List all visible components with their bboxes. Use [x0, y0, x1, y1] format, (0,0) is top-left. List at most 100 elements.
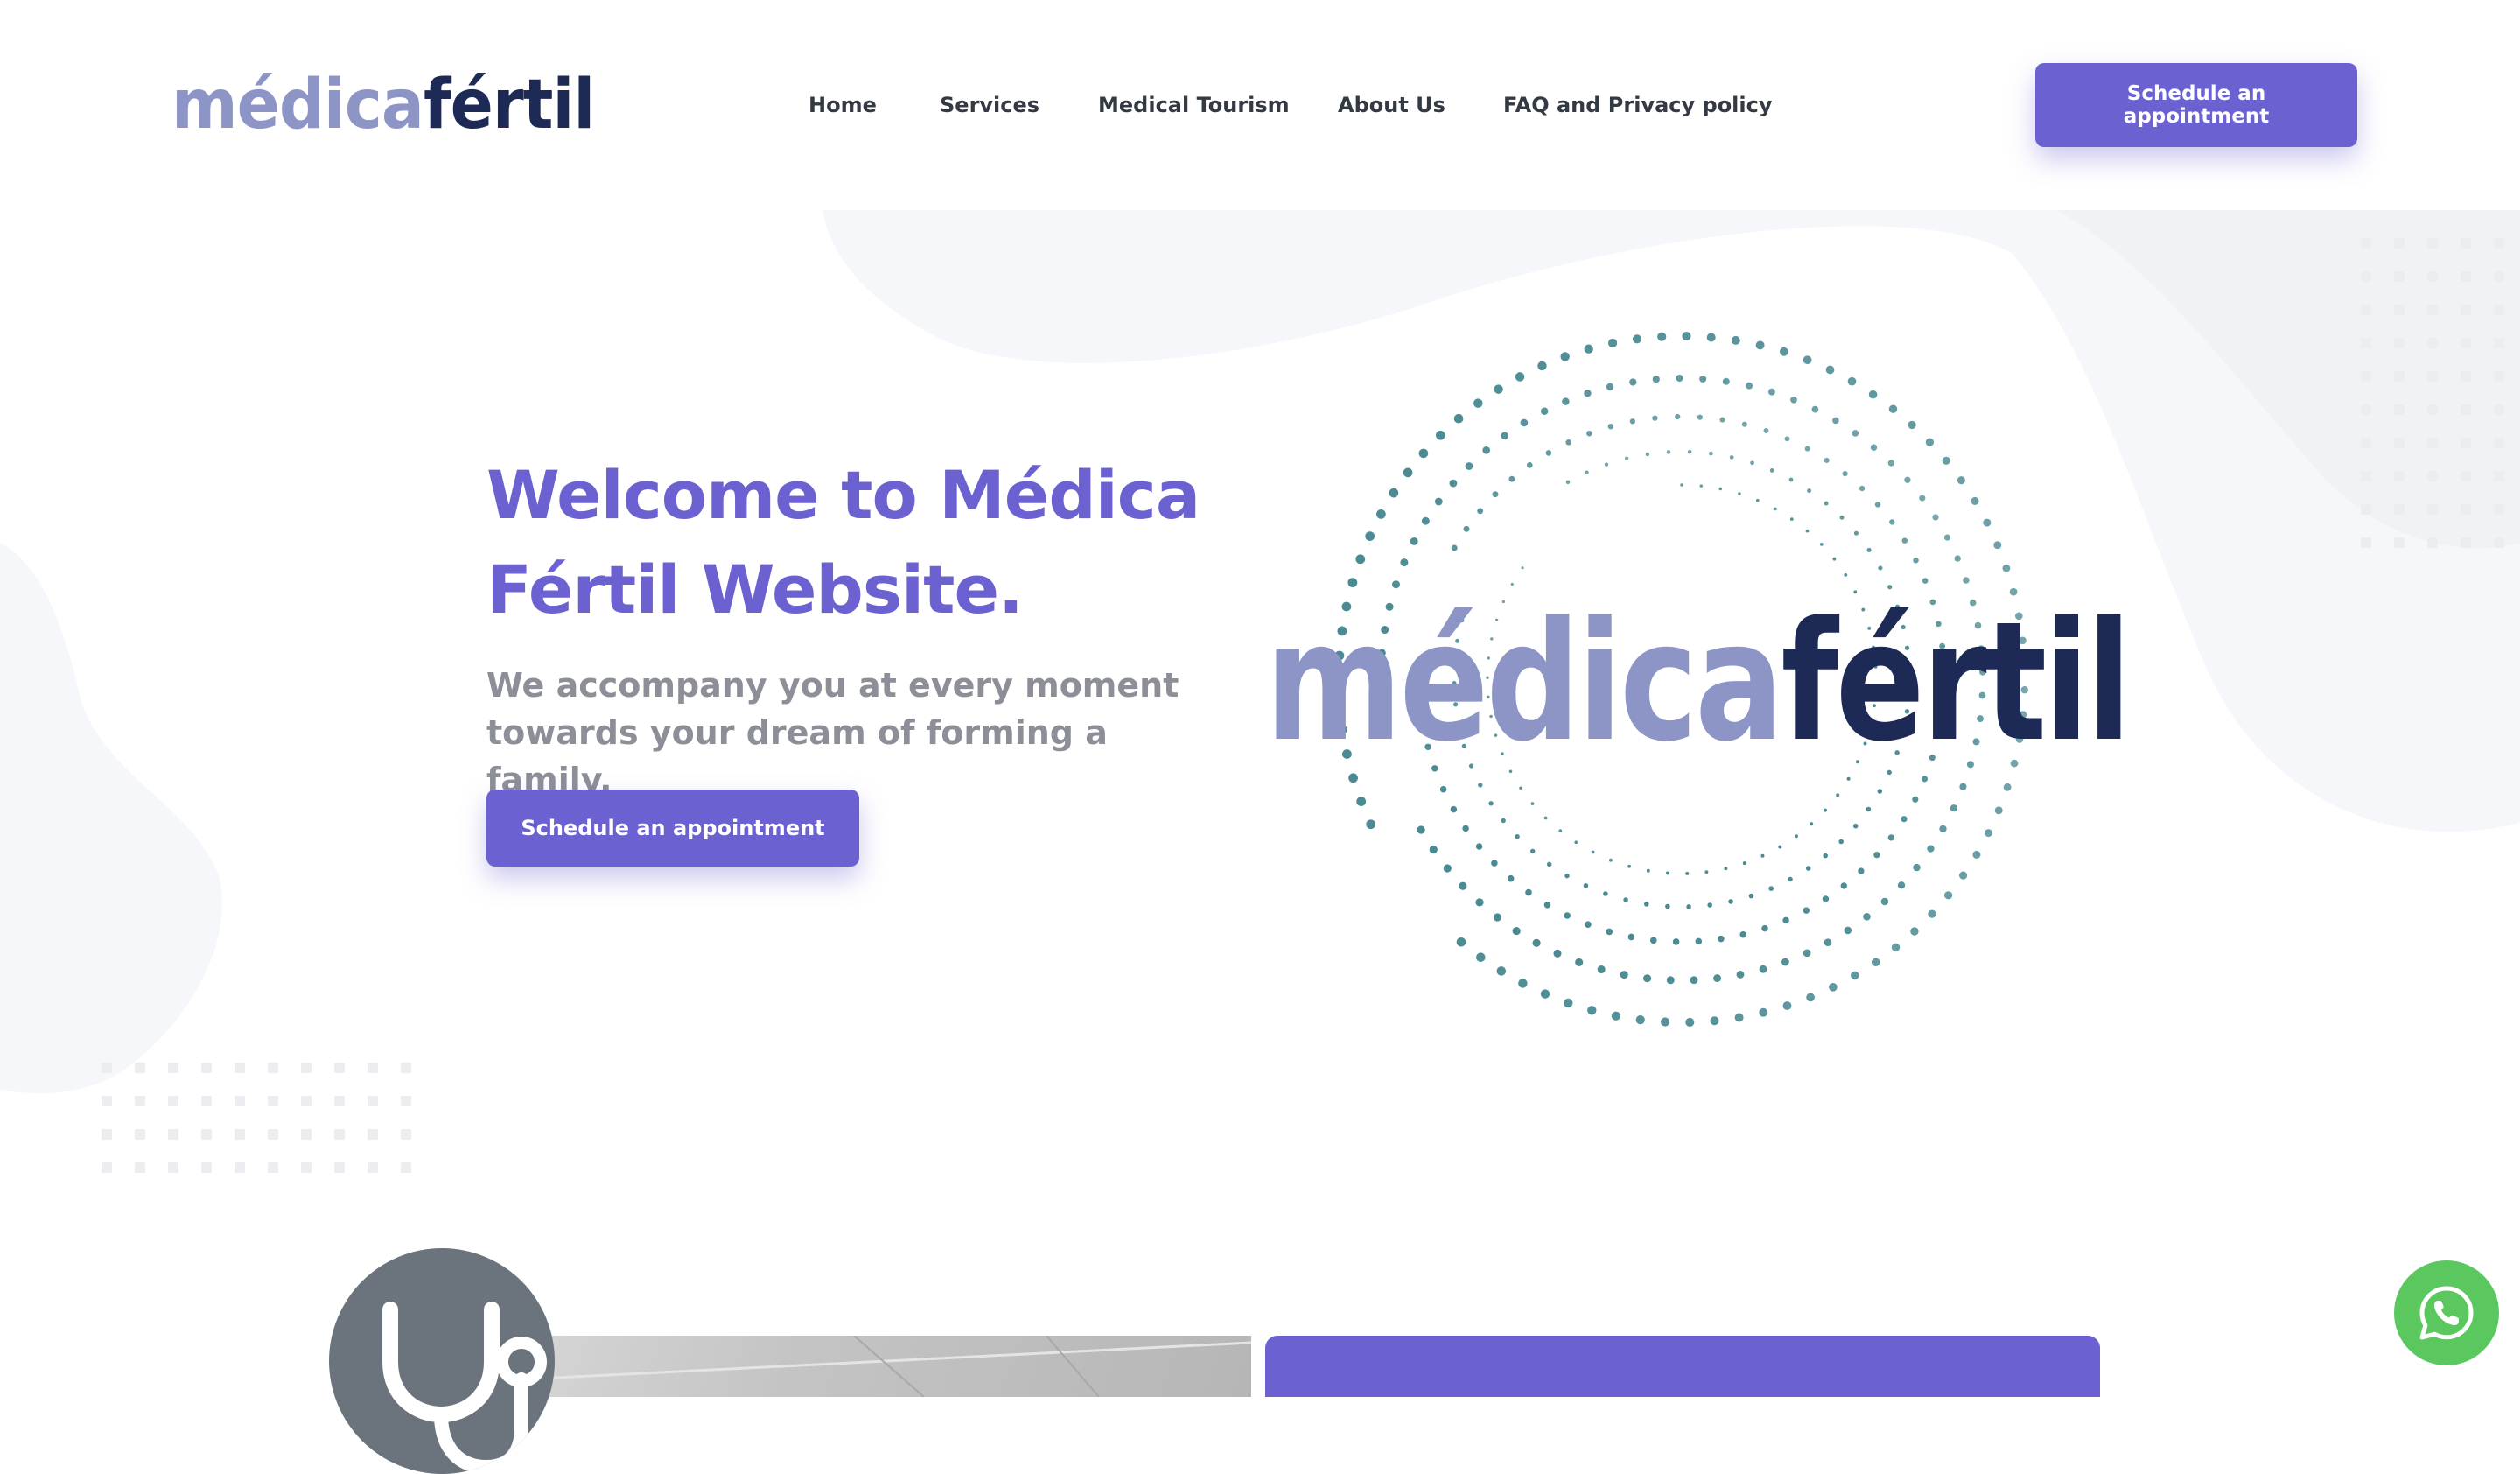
grid-dot: [2394, 338, 2404, 348]
ring-dot: [1759, 965, 1768, 973]
ring-dot: [1794, 834, 1798, 839]
ring-dot: [1852, 823, 1858, 829]
ring-dot: [1629, 378, 1637, 386]
ring-dot: [1603, 891, 1608, 896]
grid-dot: [2394, 271, 2404, 282]
ring-dot: [1629, 418, 1636, 425]
ring-dot: [1763, 428, 1769, 433]
grid-dot: [2394, 471, 2404, 481]
ring-dot: [1718, 935, 1725, 943]
ring-dot: [1507, 874, 1515, 882]
ring-dot: [1652, 415, 1658, 421]
ring-dot: [1810, 822, 1814, 826]
ring-dot: [1728, 899, 1733, 904]
ring-dot: [1853, 530, 1858, 536]
nav-item-home[interactable]: Home: [808, 84, 877, 126]
nav-item-faq-privacy[interactable]: FAQ and Privacy policy: [1503, 84, 1773, 126]
ring-dot: [1802, 907, 1810, 914]
ring-dot: [1761, 924, 1768, 932]
services-preview-section: [0, 1225, 2520, 1474]
ring-dot: [1784, 436, 1790, 442]
ring-dot: [1887, 834, 1894, 841]
whatsapp-chat-button[interactable]: [2394, 1260, 2499, 1365]
ring-dot: [1912, 796, 1919, 803]
ring-dot: [1546, 861, 1552, 867]
ring-dot: [1805, 866, 1811, 871]
ring-dot: [1887, 460, 1895, 467]
grid-dot: [168, 1096, 178, 1106]
ring-dot: [1755, 340, 1765, 350]
grid-dot: [2494, 404, 2504, 415]
grid-dot: [334, 1162, 345, 1173]
ring-dot: [1913, 557, 1919, 564]
grid-dot: [334, 1096, 345, 1106]
ring-dot: [1840, 882, 1847, 889]
ring-dot: [1643, 974, 1652, 983]
ring-dot: [1532, 938, 1541, 947]
grid-dot: [2394, 305, 2404, 315]
grid-dot: [135, 1129, 145, 1140]
ring-dot: [1584, 390, 1592, 397]
ring-dot: [1740, 930, 1746, 938]
ring-dot: [1844, 926, 1852, 935]
ring-dot: [1863, 913, 1871, 921]
header-schedule-appointment-button[interactable]: Schedule an appointment: [2035, 63, 2357, 147]
ring-dot: [1585, 921, 1592, 928]
ring-dot: [1897, 881, 1906, 889]
ring-dot: [1562, 397, 1570, 405]
ring-dot: [1492, 491, 1499, 498]
ring-dot: [1852, 430, 1859, 437]
grid-dot: [2394, 537, 2404, 548]
ring-dot: [1802, 355, 1812, 365]
hero-logo-text-medica: médica: [1265, 586, 1784, 778]
ring-dot: [1474, 398, 1483, 408]
ring-dot: [1462, 825, 1469, 832]
ring-dot: [1806, 993, 1815, 1002]
ring-dot: [1558, 829, 1563, 833]
grid-dot: [2394, 404, 2404, 415]
nav-item-about-us[interactable]: About Us: [1338, 84, 1446, 126]
grid-dot: [2460, 504, 2471, 515]
grid-dot: [201, 1063, 212, 1073]
ring-dot: [1970, 496, 1979, 505]
grid-dot: [2394, 238, 2404, 249]
ring-dot: [1832, 417, 1839, 425]
ring-dot: [1868, 390, 1878, 399]
nav-item-medical-tourism[interactable]: Medical Tourism: [1098, 84, 1290, 126]
ring-dot: [1718, 487, 1723, 491]
ring-dot: [1356, 797, 1367, 806]
ring-dot: [1824, 938, 1832, 947]
ring-dot: [1880, 897, 1889, 906]
ring-dot: [1738, 492, 1741, 495]
ring-dot: [1699, 484, 1704, 488]
ring-dot: [1858, 485, 1866, 492]
grid-dot: [234, 1096, 245, 1106]
grid-dot: [2460, 471, 2471, 481]
ring-dot: [1607, 338, 1618, 348]
ring-dot: [1585, 470, 1589, 474]
ring-dot: [1606, 928, 1614, 936]
ring-dot: [1866, 806, 1872, 812]
ring-dot: [1501, 432, 1509, 440]
ring-dot: [1839, 515, 1844, 520]
grid-dot: [2494, 537, 2504, 548]
ring-dot: [2002, 564, 2011, 572]
grid-dot: [2361, 371, 2371, 382]
grid-dot: [268, 1096, 278, 1106]
ring-dot: [1525, 888, 1532, 896]
ring-dot: [1697, 414, 1703, 420]
background-blob-left: [0, 543, 222, 1094]
ring-dot: [1729, 455, 1734, 460]
grid-dot: [301, 1129, 312, 1140]
ring-dot: [1832, 557, 1837, 561]
ring-dot: [1731, 335, 1740, 345]
grid-dot: [2460, 305, 2471, 315]
ring-dot: [1719, 417, 1726, 423]
site-logo[interactable]: médica fértil: [172, 61, 595, 149]
grid-dot: [268, 1129, 278, 1140]
service-highlight-card[interactable]: [1265, 1336, 2100, 1397]
grid-dot: [2427, 371, 2438, 382]
nav-item-services[interactable]: Services: [940, 84, 1040, 126]
hero-schedule-appointment-button[interactable]: Schedule an appointment: [486, 790, 859, 867]
ring-dot: [1494, 384, 1503, 394]
